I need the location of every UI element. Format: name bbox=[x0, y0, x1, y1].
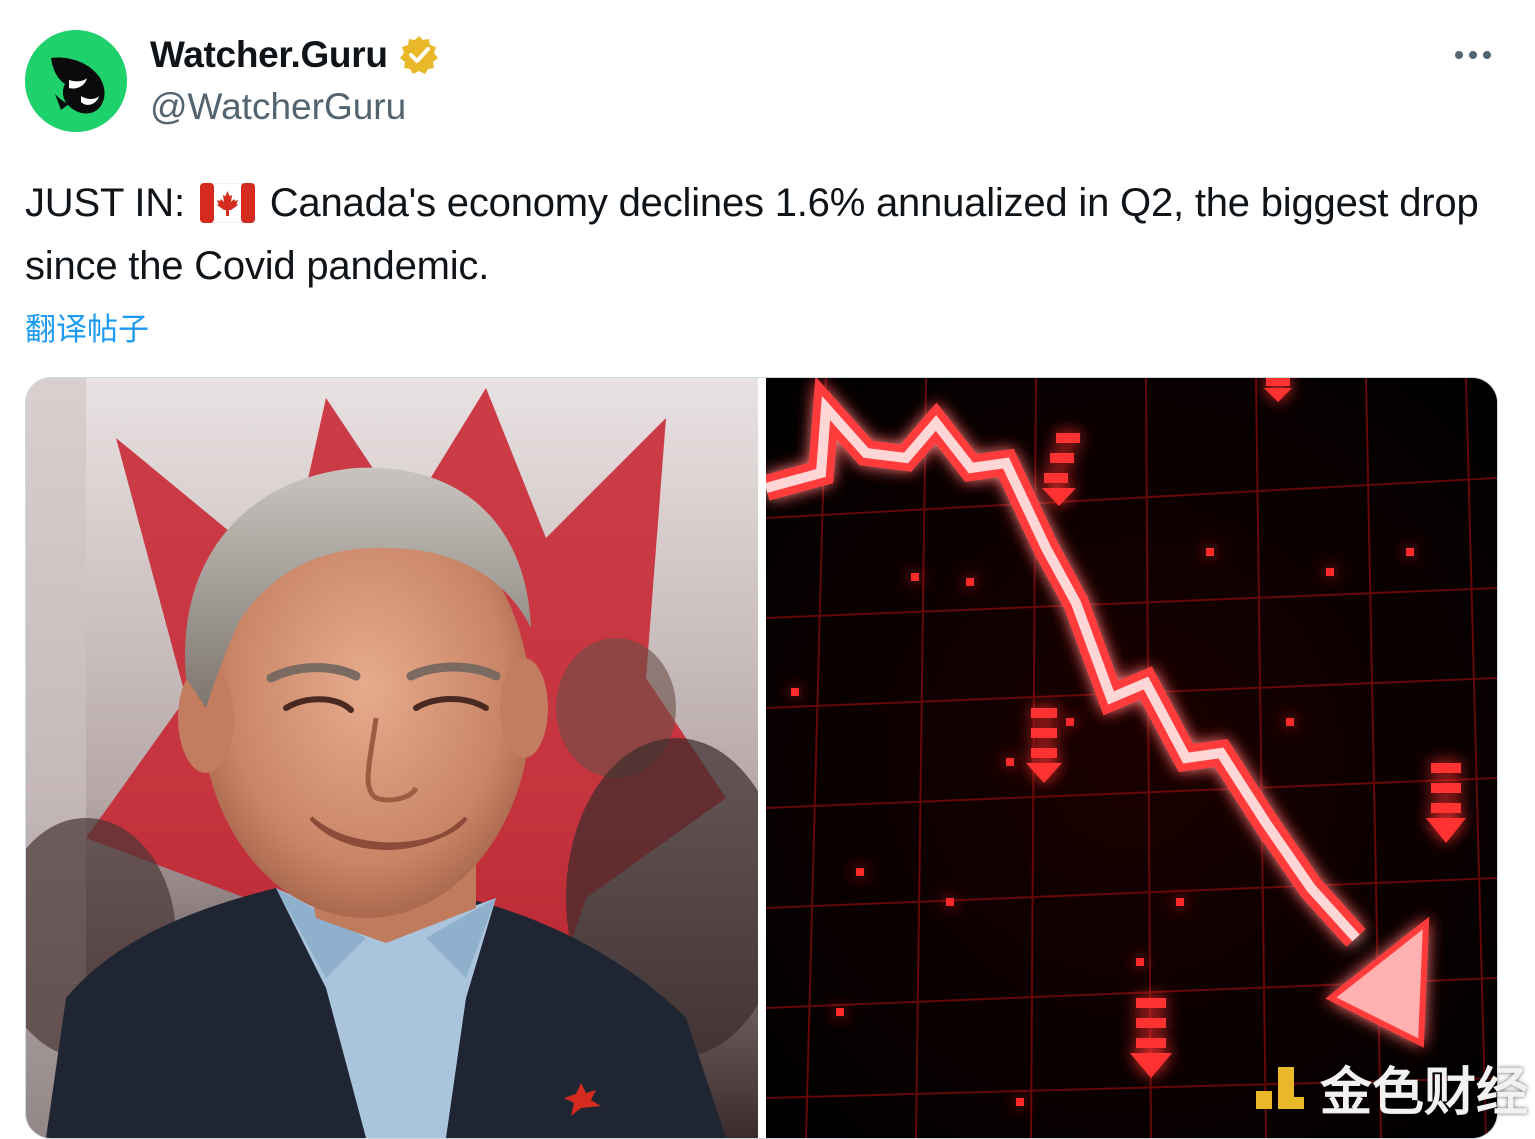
tweet-text: JUST IN: Canada's economy declines 1.6% … bbox=[25, 172, 1485, 298]
jinse-logo-icon bbox=[1256, 1066, 1304, 1109]
avatar[interactable] bbox=[25, 30, 127, 132]
author-display-name[interactable]: Watcher.Guru bbox=[150, 34, 388, 76]
author-handle[interactable]: @WatcherGuru bbox=[150, 86, 406, 128]
watermark: 金色财经 bbox=[1250, 1050, 1528, 1125]
watermark-text: 金色财经 bbox=[1320, 1063, 1529, 1123]
canada-flag-icon bbox=[199, 183, 255, 223]
red-declining-chart-graphic[interactable] bbox=[766, 378, 1497, 1138]
translate-post-link[interactable]: 翻译帖子 bbox=[25, 304, 149, 349]
orca-whale-icon bbox=[25, 30, 127, 132]
portrait-photo[interactable] bbox=[26, 378, 758, 1138]
verified-badge-icon bbox=[399, 36, 438, 74]
tweet-text-prefix: JUST IN: bbox=[25, 181, 196, 225]
media-grid[interactable] bbox=[25, 377, 1498, 1139]
author-name-row[interactable]: Watcher.Guru bbox=[150, 34, 440, 76]
more-options-icon[interactable] bbox=[1448, 38, 1498, 72]
